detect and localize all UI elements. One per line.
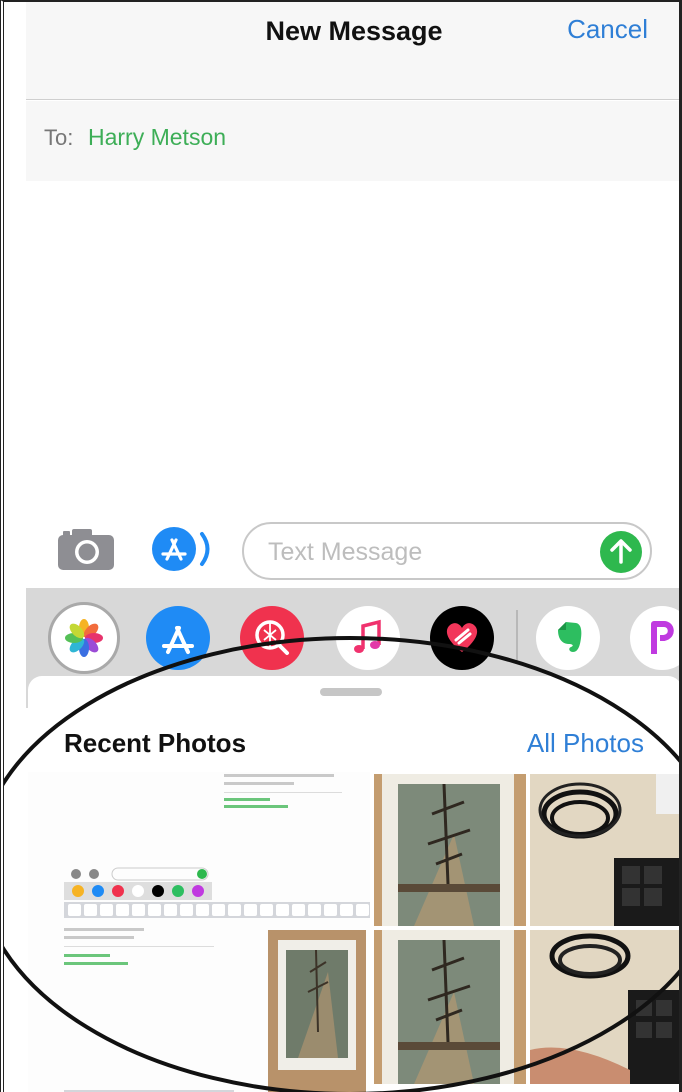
music-app-button[interactable] bbox=[336, 606, 400, 670]
camera-button[interactable] bbox=[56, 526, 116, 572]
to-label: To: bbox=[44, 125, 74, 150]
photo-thumbnail-cables-1[interactable] bbox=[530, 774, 679, 926]
music-icon bbox=[354, 619, 381, 653]
digital-touch-icon bbox=[446, 623, 478, 652]
tree-photo-image bbox=[374, 930, 526, 1084]
images-app-button[interactable] bbox=[240, 606, 304, 670]
picsart-icon bbox=[651, 621, 674, 654]
send-button[interactable] bbox=[600, 531, 642, 573]
photo-thumbnail-screenshot[interactable] bbox=[28, 772, 370, 1092]
photo-thumbnail-tree-2[interactable] bbox=[374, 930, 526, 1084]
photo-thumbnail-tree-1[interactable] bbox=[374, 774, 526, 926]
picsart-app-button[interactable] bbox=[630, 606, 679, 670]
screenshot-preview-image bbox=[28, 772, 370, 1092]
photos-sheet: Recent Photos All Photos bbox=[28, 676, 679, 1092]
drawer-divider bbox=[516, 610, 518, 664]
photos-app-button[interactable] bbox=[48, 602, 120, 674]
cables-photo-image bbox=[530, 774, 679, 926]
app-store-app-button[interactable] bbox=[146, 606, 210, 670]
message-input[interactable] bbox=[268, 534, 568, 570]
compose-bar bbox=[26, 512, 679, 588]
images-search-icon bbox=[255, 620, 289, 655]
camera-icon bbox=[58, 529, 114, 570]
app-store-button[interactable] bbox=[150, 525, 218, 573]
cancel-button[interactable]: Cancel bbox=[567, 14, 648, 45]
screenshot-frame: New Message Cancel To: Harry Metson Text… bbox=[0, 0, 682, 1092]
recipient-name[interactable]: Harry Metson bbox=[88, 124, 226, 151]
evernote-app-button[interactable] bbox=[536, 606, 600, 670]
tree-photo-image bbox=[374, 774, 526, 926]
all-photos-button[interactable]: All Photos bbox=[527, 728, 644, 759]
arrow-up-icon bbox=[610, 539, 632, 564]
photos-icon bbox=[65, 619, 103, 657]
navigation-bar: New Message Cancel bbox=[26, 2, 679, 100]
sheet-grabber[interactable] bbox=[320, 688, 382, 696]
app-store-icon bbox=[152, 527, 210, 571]
recent-photos-title: Recent Photos bbox=[64, 728, 247, 758]
cables-photo-image bbox=[530, 930, 679, 1084]
message-input-field[interactable] bbox=[242, 522, 652, 580]
to-field[interactable]: To: Harry Metson bbox=[26, 101, 679, 181]
digital-touch-app-button[interactable] bbox=[430, 606, 494, 670]
app-store-icon bbox=[162, 626, 194, 654]
evernote-icon bbox=[558, 622, 582, 652]
photo-thumbnail-cables-2[interactable] bbox=[530, 930, 679, 1084]
